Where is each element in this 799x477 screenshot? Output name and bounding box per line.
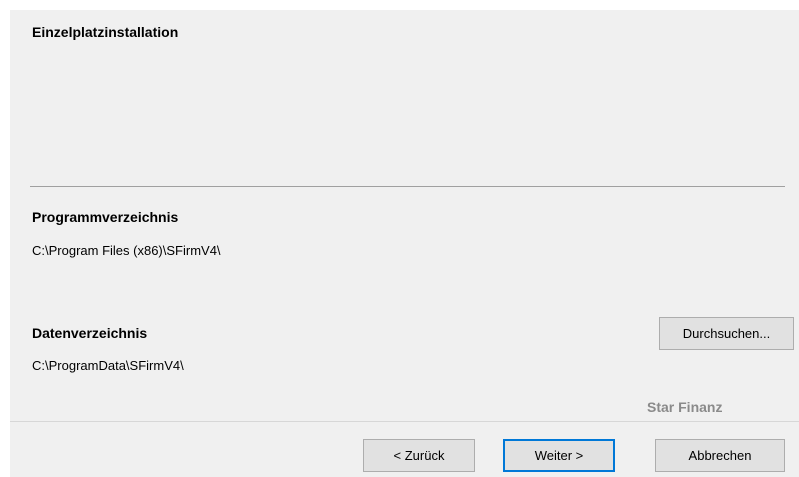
data-directory-label: Datenverzeichnis bbox=[32, 325, 148, 341]
installer-dialog: Einzelplatzinstallation Programmverzeich… bbox=[10, 10, 799, 477]
program-directory-label: Programmverzeichnis bbox=[32, 209, 179, 225]
program-directory-path: C:\Program Files (x86)\SFirmV4\ bbox=[32, 243, 221, 258]
page-title: Einzelplatzinstallation bbox=[32, 24, 179, 40]
back-button[interactable]: < Zurück bbox=[363, 439, 475, 472]
next-button[interactable]: Weiter > bbox=[503, 439, 615, 472]
header-separator bbox=[30, 186, 785, 187]
brand-label: Star Finanz bbox=[647, 399, 723, 415]
cancel-button[interactable]: Abbrechen bbox=[655, 439, 785, 472]
browse-button[interactable]: Durchsuchen... bbox=[659, 317, 794, 350]
footer-separator bbox=[10, 421, 799, 422]
data-directory-path: C:\ProgramData\SFirmV4\ bbox=[32, 358, 184, 373]
